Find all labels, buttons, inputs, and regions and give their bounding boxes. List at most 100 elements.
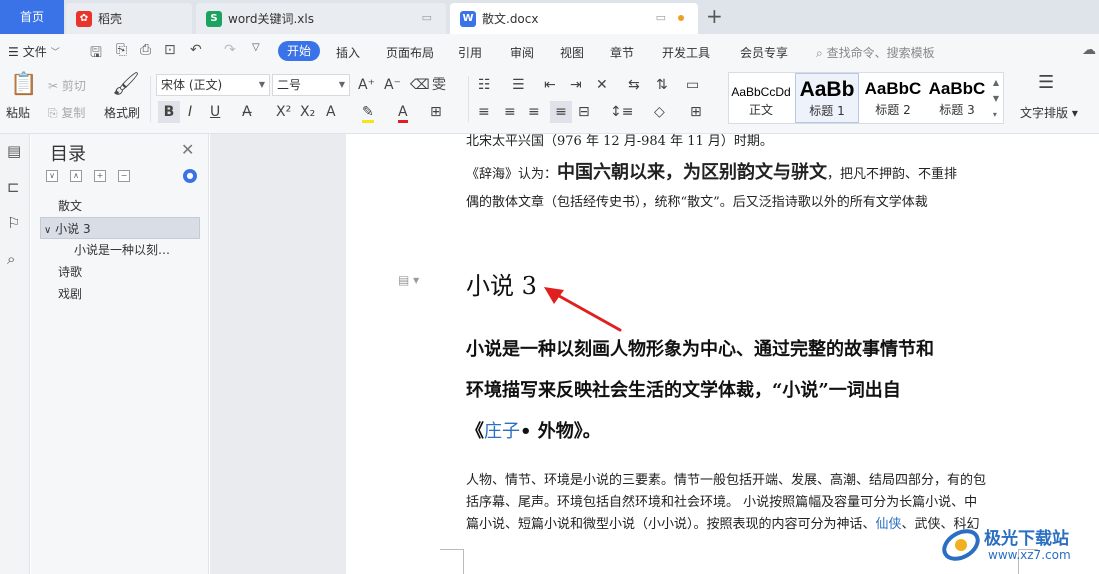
expand-icon[interactable]: ∧ (70, 170, 82, 182)
save-icon[interactable]: 🖫 (90, 42, 102, 66)
tab-review[interactable]: 审阅 (510, 44, 534, 61)
doc-paragraph[interactable]: 环境描写来反映社会生活的文学体裁，“小说”一词出自 (466, 370, 1026, 411)
italic-icon[interactable]: I (188, 104, 192, 120)
tab-references[interactable]: 引用 (458, 44, 482, 61)
clear-format-icon[interactable]: ⌫ (410, 77, 430, 93)
style-normal[interactable]: AaBbCcDd 正文 (729, 73, 793, 123)
doc-paragraph[interactable]: 偶的散体文章（包括经传史书），统称“散文”。后又泛指诗歌以外的所有文学体裁 (466, 189, 1026, 217)
add-icon[interactable]: + (94, 170, 106, 182)
superscript-icon[interactable]: X² (276, 104, 291, 120)
show-marks-icon[interactable]: ▭ (686, 77, 699, 93)
tab-insert[interactable]: 插入 (336, 44, 360, 61)
tab-docx[interactable]: W 散文.docx ▭ (450, 3, 698, 34)
text-effect-icon[interactable]: A (326, 104, 336, 120)
menu-row: ☰ 文件 ﹀ 🖫 ⎘ ⎙ ⊡ ↶ ↷ ▽ 开始 插入 页面布局 引用 审阅 视图… (0, 34, 1099, 68)
tab-docer[interactable]: ✿ 稻壳 (66, 3, 192, 34)
strikethrough-icon[interactable]: A̶ (242, 104, 252, 120)
paragraph-menu-icon[interactable]: ▤ ▾ (398, 273, 419, 287)
file-menu[interactable]: ☰ 文件 ﹀ (8, 43, 60, 60)
sort-icon[interactable]: ⇅ (656, 77, 668, 93)
doc-paragraph[interactable]: 《庄子• 外物》。 (466, 411, 1026, 452)
command-search[interactable]: ⌕ 查找命令、搜索模板 (816, 44, 935, 61)
smart-toc-icon[interactable]: ● (183, 169, 197, 183)
cut-button[interactable]: ✂ 剪切 (48, 77, 86, 94)
chevron-down-icon: ▼ (338, 80, 345, 89)
print-preview-icon[interactable]: ⊡ (164, 42, 176, 58)
copy-button[interactable]: ⎘ 复制 (48, 104, 85, 121)
export-icon[interactable]: ⎘ (116, 42, 127, 58)
format-painter-button[interactable]: 格式刷 (104, 104, 140, 121)
text-direction-icon[interactable]: ⇆ (628, 77, 640, 93)
align-center-icon[interactable]: ≡ (504, 104, 516, 120)
toc-item-selected[interactable]: ∨ 小说 3 (40, 217, 200, 239)
collapse-icon[interactable]: ∨ (46, 170, 58, 182)
font-select[interactable]: 宋体 (正文) ▼ (156, 74, 270, 96)
undo-icon[interactable]: ↶ (190, 42, 202, 58)
doc-paragraph[interactable]: 北宋太平兴国（976 年 12 月-984 年 11 月）时期。 (466, 128, 1026, 156)
font-size-select[interactable]: 二号 ▼ (272, 74, 350, 96)
line-spacing-icon[interactable]: ↕≡ (610, 104, 633, 120)
toc-item[interactable]: 小说是一种以刻… (40, 239, 200, 261)
style-scroll-icon[interactable]: ▲ ▼ ▾ (993, 75, 999, 123)
bold-icon[interactable]: B (158, 101, 180, 123)
doc-link[interactable]: 仙侠 (876, 517, 902, 532)
window-icon[interactable]: ▭ (422, 11, 432, 24)
char-border-icon[interactable]: ⊞ (430, 104, 442, 120)
distribute-icon[interactable]: ⊟ (578, 104, 590, 120)
doc-paragraph[interactable]: 括序幕、尾声。环境包括自然环境和社会环境。 小说按照篇幅及容量可分为长篇小说、中 (466, 492, 1026, 514)
borders-icon[interactable]: ⊞ (690, 104, 702, 120)
subscript-icon[interactable]: X₂ (300, 104, 315, 120)
tab-chapter[interactable]: 章节 (610, 44, 634, 61)
shrink-font-icon[interactable]: A⁻ (384, 77, 401, 93)
underline-icon[interactable]: U (210, 104, 220, 120)
bullet-list-icon[interactable]: ☷ (478, 77, 491, 93)
tab-page-layout[interactable]: 页面布局 (386, 44, 434, 61)
doc-paragraph[interactable]: 人物、情节、环境是小说的三要素。情节一般包括开端、发展、高潮、结局四部分，有的包 (466, 470, 1026, 492)
grow-font-icon[interactable]: A⁺ (358, 77, 375, 93)
text-layout-button[interactable]: 文字排版 ▾ (1020, 104, 1078, 121)
align-left-icon[interactable]: ≡ (478, 104, 490, 120)
phonetic-icon[interactable]: 雯 (432, 77, 446, 93)
toc-item[interactable]: 散文 (40, 195, 200, 217)
tab-home[interactable]: 首页 (0, 0, 64, 34)
style-sample: AaBb (799, 78, 855, 101)
shading-icon[interactable]: ◇ (654, 104, 665, 120)
doc-paragraph[interactable]: 篇小说、短篇小说和微型小说（小小说）。按照表现的内容可分为神话、仙侠、武侠、科幻 (466, 514, 1018, 536)
tab-view[interactable]: 视图 (560, 44, 584, 61)
justify-icon[interactable]: ≡ (550, 101, 572, 123)
dropdown-icon[interactable]: ▽ (252, 42, 260, 53)
doc-link[interactable]: 庄子 (484, 421, 520, 442)
text-layout-icon[interactable]: ☰ (1038, 72, 1054, 93)
increase-indent-icon[interactable]: ⇥ (570, 77, 582, 93)
cloud-icon[interactable]: ☁ (1082, 42, 1096, 58)
toc-item[interactable]: 诗歌 (40, 261, 200, 283)
doc-paragraph[interactable]: 《辞海》认为：中国六朝以来，为区别韵文与骈文，把凡不押韵、不重排 (466, 159, 1026, 189)
search-icon[interactable]: ⌕ (7, 250, 15, 268)
tab-developer[interactable]: 开发工具 (662, 44, 710, 61)
style-heading-3[interactable]: AaBbC 标题 3 (925, 73, 989, 123)
chinese-layout-icon[interactable]: ✕ (596, 77, 608, 93)
font-color-icon[interactable]: A (398, 104, 408, 123)
redo-icon[interactable]: ↷ (224, 42, 236, 58)
close-icon[interactable]: ✕ (181, 140, 194, 159)
toc-item[interactable]: 戏剧 (40, 283, 200, 305)
decrease-indent-icon[interactable]: ⇤ (544, 77, 556, 93)
print-icon[interactable]: ⎙ (140, 42, 151, 58)
tab-start[interactable]: 开始 (278, 41, 320, 61)
style-heading-2[interactable]: AaBbC 标题 2 (861, 73, 925, 123)
numbered-list-icon[interactable]: ☰ (512, 77, 525, 93)
navigation-icon[interactable]: ⊏ (7, 178, 20, 196)
remove-icon[interactable]: − (118, 170, 130, 182)
format-painter-icon[interactable]: 🖌 (112, 72, 140, 97)
style-heading-1[interactable]: AaBb 标题 1 (795, 73, 859, 123)
align-right-icon[interactable]: ≡ (528, 104, 540, 120)
outline-icon[interactable]: ▤ (7, 142, 21, 160)
tab-xls[interactable]: S word关键词.xls ▭ (196, 3, 446, 34)
tab-member[interactable]: 会员专享 (740, 44, 788, 61)
highlight-icon[interactable]: ✎ (362, 104, 374, 123)
paste-button[interactable]: 粘贴 (6, 104, 30, 121)
window-icon[interactable]: ▭ (656, 11, 684, 24)
paste-icon[interactable]: 📋 (10, 72, 37, 97)
new-tab-icon[interactable]: + (706, 6, 723, 26)
bookmark-icon[interactable]: ⚐ (7, 214, 20, 232)
